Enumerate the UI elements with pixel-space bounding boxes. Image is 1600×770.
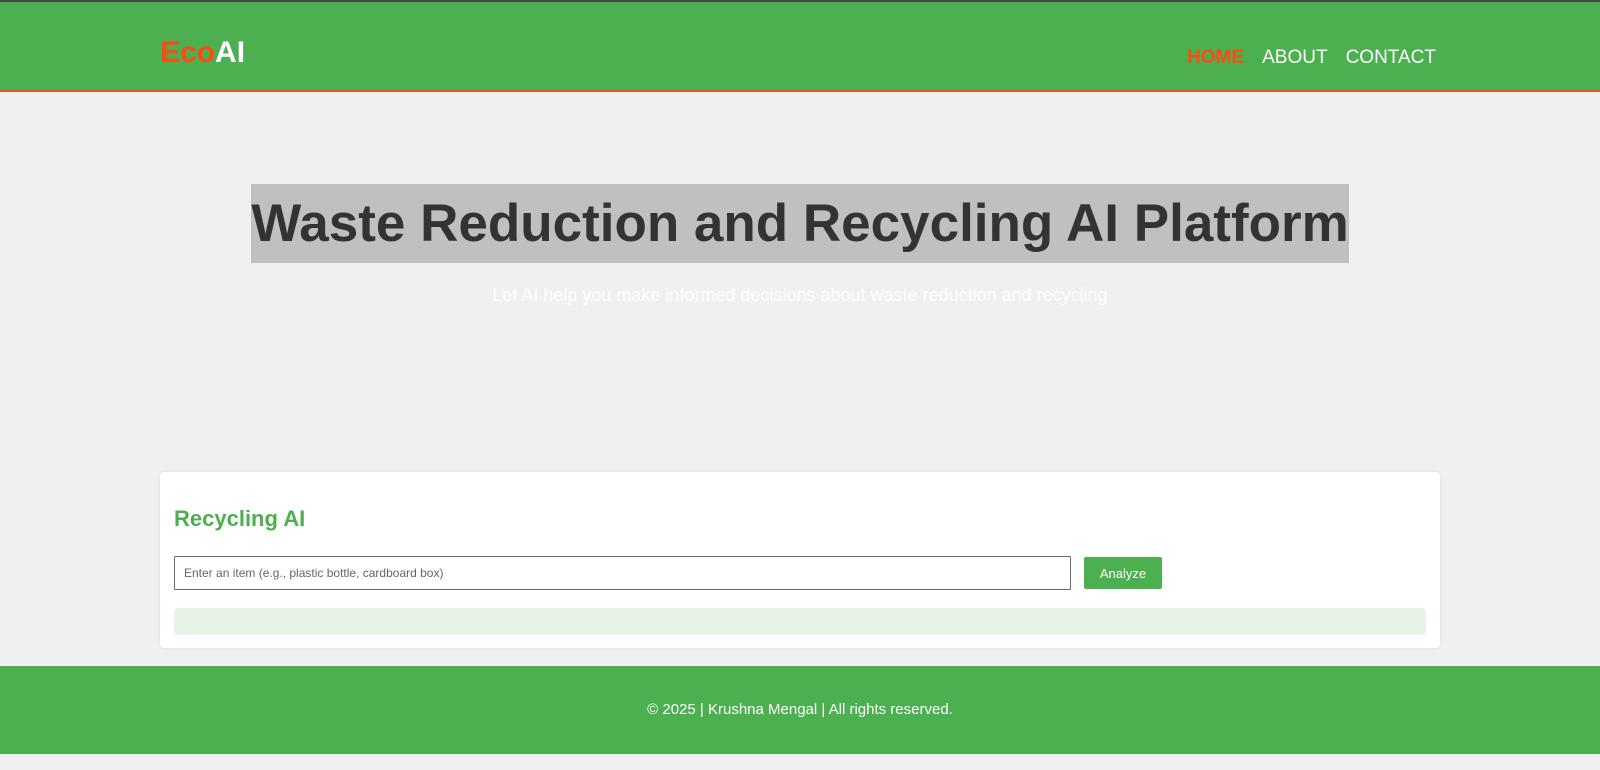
hero-subtitle: Let AI help you make informed decisions … [492,285,1108,305]
hero-title: Waste Reduction and Recycling AI Platfor… [251,184,1349,263]
item-search-input[interactable] [174,556,1071,590]
recycling-ai-title: Recycling AI [174,506,306,531]
nav-about-link[interactable]: ABOUT [1262,46,1327,70]
logo-eco-text: Eco [160,36,216,69]
site-footer: © 2025 | Krushna Mengal | All rights res… [0,666,1600,754]
site-header: EcoAI HOME ABOUT CONTACT [0,2,1600,92]
nav-home-link[interactable]: HOME [1187,46,1244,70]
hero-title-wrapper: Waste Reduction and Recycling AI Platfor… [0,184,1600,263]
recycling-ai-card: Recycling AI Analyze [160,472,1440,648]
nav-contact-link[interactable]: CONTACT [1346,46,1436,70]
logo[interactable]: EcoAI [160,36,245,70]
result-box [174,608,1426,635]
footer-copyright: © 2025 | Krushna Mengal | All rights res… [647,701,953,718]
main-nav: HOME ABOUT CONTACT [1187,46,1436,70]
logo-ai-text: AI [215,36,246,69]
analyze-button[interactable]: Analyze [1084,557,1162,589]
